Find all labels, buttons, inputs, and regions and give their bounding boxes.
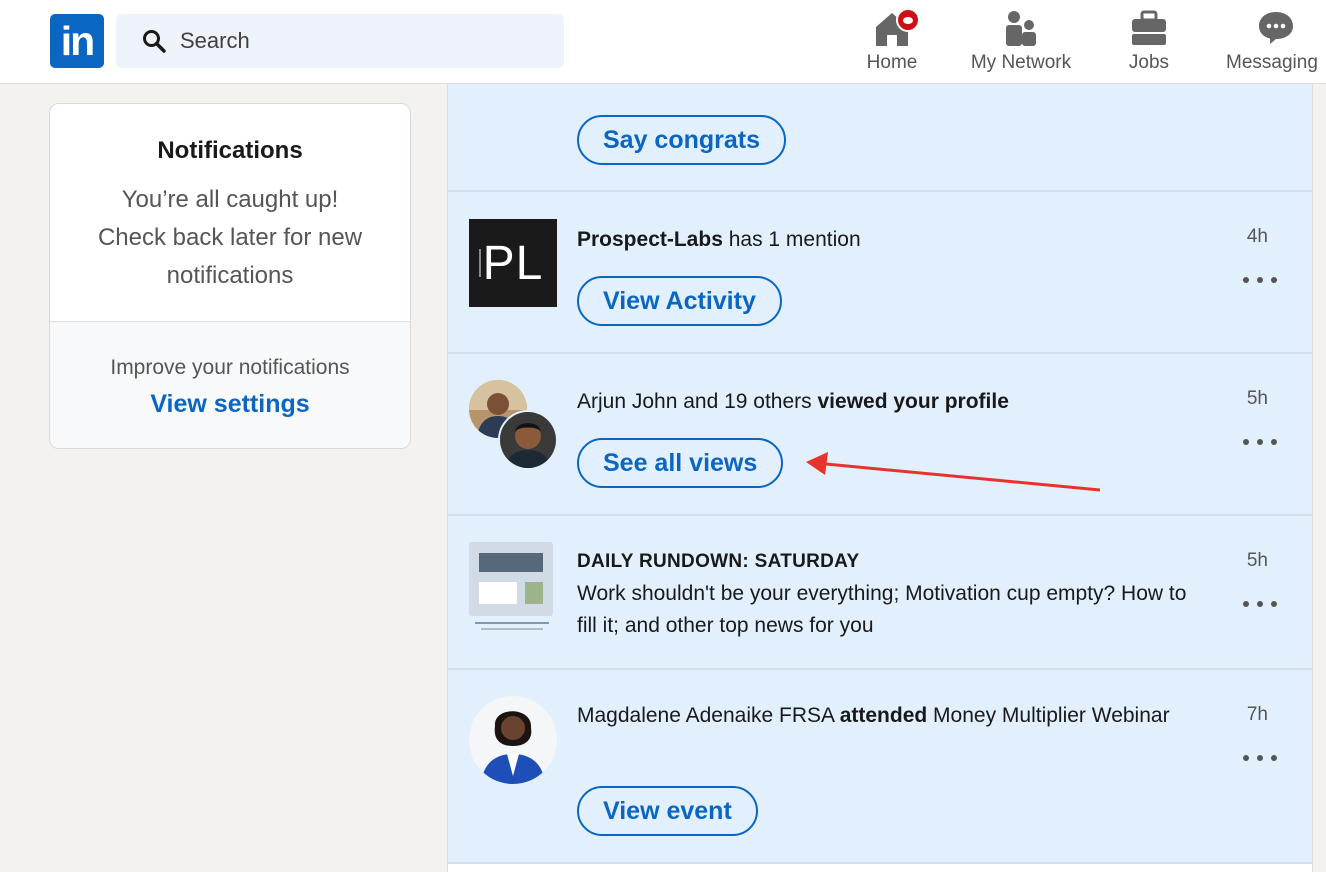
notification-item[interactable]: PL Prospect-Labs has 1 mention 4h View A… — [448, 192, 1312, 354]
notifications-feed: Say congrats PL Prospect-Labs has 1 ment… — [447, 84, 1313, 872]
caught-up-line-3: notifications — [166, 262, 294, 289]
top-nav: in Home My Network — [0, 0, 1326, 84]
network-icon — [1001, 10, 1041, 46]
news-icon[interactable] — [469, 542, 553, 634]
notification-time: 5h — [1246, 388, 1268, 409]
more-options-icon[interactable] — [1240, 592, 1280, 616]
avatar[interactable] — [469, 696, 557, 784]
sidebar-title: Notifications — [157, 137, 303, 164]
view-event-button[interactable]: View event — [577, 786, 758, 836]
actor-name[interactable]: Prospect-Labs — [577, 228, 723, 251]
notification-item[interactable]: Say congrats — [448, 84, 1312, 192]
notification-time: 4h — [1246, 226, 1268, 247]
sidebar-footer: Improve your notifications View settings — [50, 322, 410, 448]
search-input[interactable] — [180, 14, 550, 68]
see-all-views-button[interactable]: See all views — [577, 438, 784, 488]
say-congrats-button[interactable]: Say congrats — [577, 115, 787, 165]
notification-item[interactable]: DAILY RUNDOWN: SATURDAY Work shouldn't b… — [448, 516, 1312, 670]
notification-time: 7h — [1246, 704, 1268, 725]
notification-time: 5h — [1246, 550, 1268, 571]
search-icon — [143, 30, 166, 53]
rundown-heading: DAILY RUNDOWN: SATURDAY — [577, 551, 860, 572]
more-options-icon[interactable] — [1240, 430, 1280, 454]
rundown-body: Work shouldn't be your everything; Motiv… — [577, 582, 1187, 637]
home-icon — [872, 8, 920, 46]
notification-badge — [896, 8, 920, 32]
notification-item[interactable]: Magdalene Adenaike FRSA attended Money M… — [448, 670, 1312, 864]
prospect-labs-logo[interactable]: PL — [469, 219, 557, 307]
search-bar[interactable] — [116, 14, 564, 68]
nav-jobs-label: Jobs — [1128, 52, 1170, 73]
nav-jobs[interactable]: Jobs — [1124, 6, 1174, 78]
nav-home-label: Home — [866, 52, 918, 73]
nav-messaging-label: Messaging — [1226, 52, 1318, 73]
more-options-icon[interactable] — [1240, 268, 1280, 292]
notification-text: Arjun John and 19 others viewed your pro… — [577, 390, 1009, 413]
notifications-sidebar-card: Notifications You’re all caught up! Chec… — [49, 103, 411, 449]
nav-messaging[interactable]: Messaging — [1226, 6, 1326, 78]
improve-notifications-text: Improve your notifications — [110, 356, 350, 379]
caught-up-line-1: You’re all caught up! — [121, 186, 339, 213]
notification-text: Magdalene Adenaike FRSA attended Money M… — [577, 704, 1170, 727]
notification-item[interactable]: Arjun John and 19 others viewed your pro… — [448, 354, 1312, 516]
view-activity-button[interactable]: View Activity — [577, 276, 782, 326]
linkedin-logo[interactable]: in — [50, 14, 104, 68]
notification-text: Prospect-Labs has 1 mention — [577, 228, 861, 251]
caught-up-line-2: Check back later for new — [97, 224, 363, 251]
briefcase-icon — [1129, 10, 1169, 46]
messaging-icon — [1256, 10, 1296, 46]
more-options-icon[interactable] — [1240, 746, 1280, 770]
nav-my-network-label: My Network — [970, 52, 1072, 73]
avatar[interactable] — [498, 410, 558, 470]
nav-home[interactable]: Home — [864, 6, 920, 78]
view-settings-link[interactable]: View settings — [50, 390, 410, 419]
nav-my-network[interactable]: My Network — [964, 6, 1078, 78]
